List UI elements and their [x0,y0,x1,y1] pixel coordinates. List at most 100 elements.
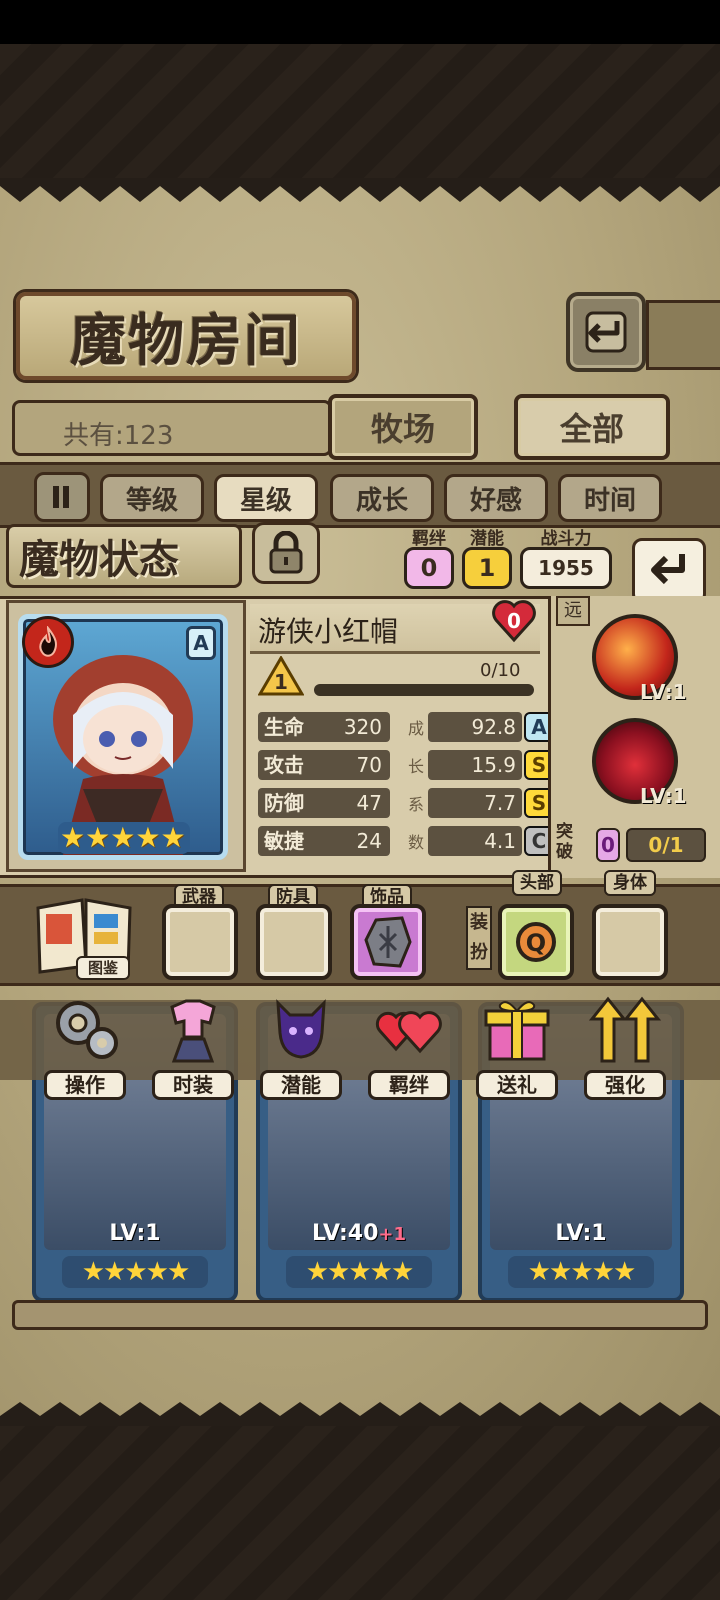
title-strip [646,300,720,370]
accessory-slot[interactable] [350,904,426,980]
body-slot[interactable] [592,904,668,980]
stat-value: 47 [356,791,382,815]
bond-label: 羁绊 [368,1070,450,1100]
stat-value: 24 [356,829,382,853]
breakthrough-label: 突破 [556,822,573,862]
level-value: 1 [274,670,288,694]
fire-icon [22,616,74,668]
star-icon: ★ [110,821,136,854]
lock-button[interactable] [252,522,320,584]
growth-char: 成 [407,719,424,738]
dress-up-label: 装扮 [466,906,492,970]
tab-ranch-label: 牧场 [370,410,435,448]
sort-order-button[interactable] [34,472,90,522]
potential-value: 1 [462,547,512,589]
potential-button[interactable]: 潜能 [258,990,344,1100]
power-stat: 战斗力 1955 [520,524,612,589]
sort-growth-button[interactable]: 成长 [330,474,434,522]
top-background [0,44,720,184]
flame-shape [39,626,57,657]
close-status-button[interactable] [632,538,706,604]
grid-bottom-frame [12,1300,708,1330]
return-icon [585,311,627,353]
card-level-text: LV:1 [109,1221,161,1246]
upgrade-arrows-icon [588,996,662,1063]
rank-badge: A [186,626,216,660]
gift-button[interactable]: 送礼 [474,990,560,1100]
gear-icon [56,1001,118,1059]
sort-star-label: 星级 [239,485,292,516]
bond-stat: 羁绊 0 [404,524,454,589]
weapon-slot[interactable] [162,904,238,980]
bottom-background [0,1420,720,1600]
sort-time-label: 时间 [583,485,636,516]
head-slot-label: 头部 [512,870,562,896]
exp-text: 0/10 [480,660,521,681]
growth-char: 数 [407,833,424,852]
affection-value: 0 [507,609,521,633]
sort-time-button[interactable]: 时间 [558,474,662,522]
bottom-zigzag-edge [0,1402,720,1426]
shadow-monster-icon [276,999,326,1059]
star-rating: ★ ★ ★ ★ ★ [58,822,190,854]
page-title: 魔物房间 [16,292,356,380]
sort-level-button[interactable]: 等级 [100,474,204,522]
svg-text:Q: Q [526,929,546,957]
fashion-button[interactable]: 时装 [150,990,236,1100]
armor-slot[interactable] [256,904,332,980]
power-value: 1955 [520,547,612,589]
growth-char: 系 [407,795,424,814]
potential-label: 潜能 [260,1070,342,1100]
enhance-button[interactable]: 强化 [582,990,668,1100]
bond-value: 0 [404,547,454,589]
card-level: LV:1 [482,1221,680,1246]
bond-label: 羁绊 [412,529,446,549]
sort-affection-button[interactable]: 好感 [444,474,548,522]
card-stars: ★★★★★ [286,1256,432,1288]
star-icon: ★ [160,821,186,854]
body-slot-label: 身体 [604,870,656,896]
growth-value: 15.9 [428,750,522,780]
q-accessory-icon: Q [516,922,556,962]
return-icon [651,554,685,585]
gift-label: 送礼 [476,1070,558,1100]
card-level-plus: +1 [378,1224,407,1245]
growth-char: 长 [407,757,424,776]
status-title-text: 魔物状态 [19,536,179,583]
sort-growth-label: 成长 [355,485,408,516]
back-button[interactable] [566,292,646,372]
enhance-label: 强化 [584,1070,666,1100]
page-title-text: 魔物房间 [70,307,302,374]
hearts-icon [375,1011,442,1054]
sort-star-button[interactable]: 星级 [214,474,318,522]
pause-icon [53,486,69,508]
tab-ranch[interactable]: 牧场 [328,394,478,460]
star-icon: ★ [60,821,86,854]
growth-coefficient-label: 成 长 系 数 [406,710,426,862]
potential-stat: 潜能 1 [462,524,512,589]
card-level: LV:40+1 [260,1221,458,1246]
star-icon: ★ [85,821,111,854]
card-stars: ★★★★★ [508,1256,654,1288]
lock-icon [269,531,303,574]
card-level-text: LV:1 [555,1221,607,1246]
outfit-icon [170,999,216,1063]
codex-label: 图鉴 [76,956,130,980]
operate-button[interactable]: 操作 [42,990,128,1100]
rune-stone-icon [364,916,412,968]
tab-all[interactable]: 全部 [514,394,670,460]
sort-level-label: 等级 [125,485,178,516]
card-level: LV:1 [36,1221,234,1246]
top-zigzag-edge [0,178,720,202]
affection-heart-icon[interactable]: 0 [490,596,538,644]
card-level-text: LV:40 [311,1221,379,1246]
exp-progress-bar [314,684,534,696]
gift-icon [484,1001,550,1061]
potential-label: 潜能 [470,529,504,549]
breakthrough-progress: 0/1 [626,828,706,862]
growth-value: 4.1 [428,826,522,856]
head-slot[interactable]: Q [498,904,574,980]
bond-button[interactable]: 羁绊 [366,990,452,1100]
collection-count: 共有:123 [12,400,332,456]
sort-affection-label: 好感 [469,485,522,516]
